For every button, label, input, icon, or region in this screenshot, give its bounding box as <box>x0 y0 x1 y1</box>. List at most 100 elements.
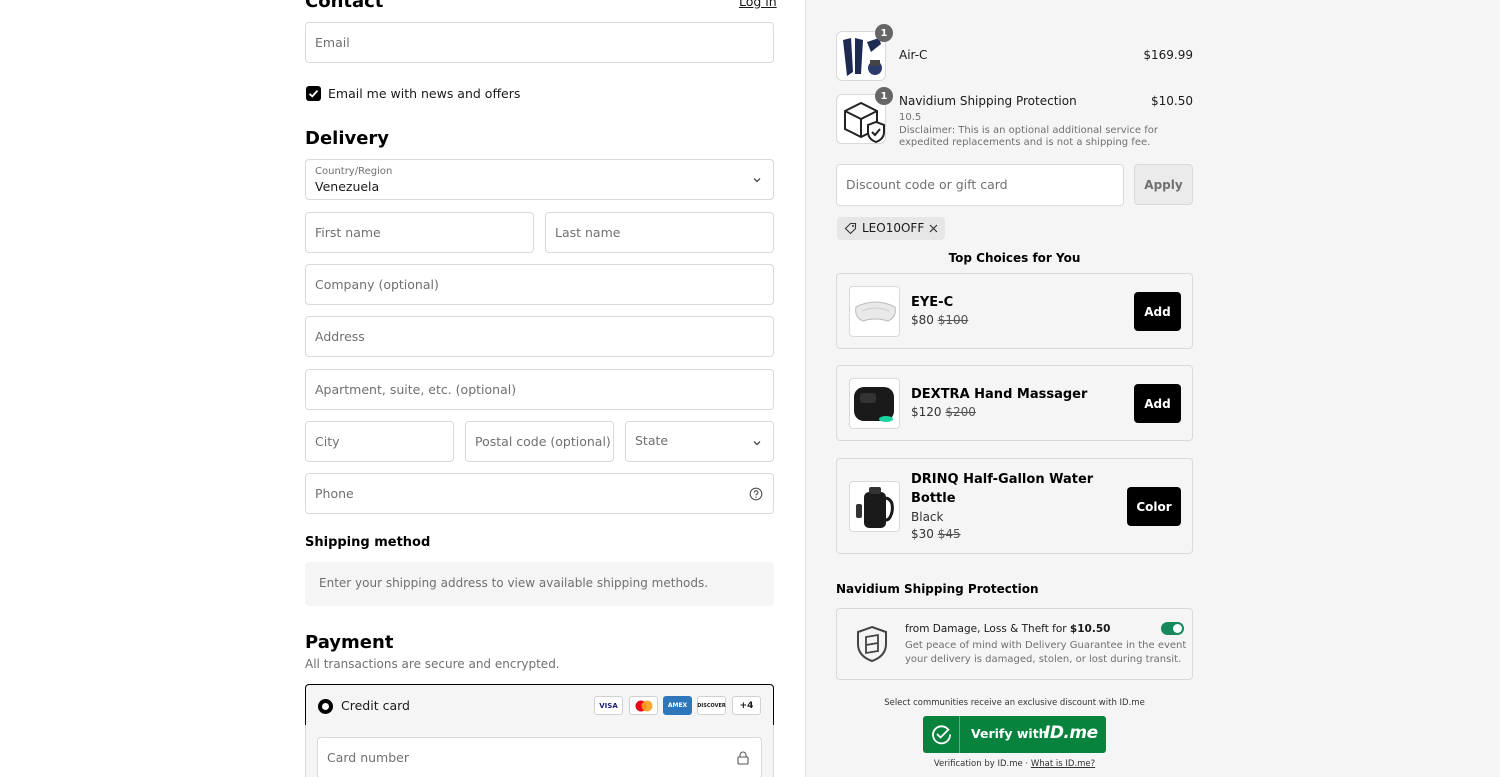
checkout-form: Contact Log in Email Email me with news … <box>0 0 805 777</box>
cart-item-name: Air-C <box>899 48 928 62</box>
water-bottle-icon <box>856 487 894 528</box>
upsell-product-image <box>849 481 900 532</box>
protection-desc-line: your delivery is damaged, stolen, or los… <box>905 654 1182 665</box>
credit-card-radio[interactable] <box>318 699 333 714</box>
upsell-add-button[interactable]: Add <box>1134 292 1181 331</box>
protection-desc-line: Get peace of mind with Delivery Guarante… <box>905 640 1187 651</box>
cart-item-disclaimer-line: Disclaimer: This is an optional addition… <box>899 125 1158 136</box>
state-placeholder: State <box>635 433 669 448</box>
upsell-product-variant: Black <box>911 510 944 524</box>
idme-footer-text: Verification by ID.me · <box>933 759 1031 769</box>
idme-logo: ID.me <box>1044 723 1098 743</box>
cart-item-price: $169.99 <box>1143 48 1193 62</box>
shipping-method-note: Enter your shipping address to view avai… <box>305 562 774 606</box>
discount-code-input[interactable]: Discount code or gift card <box>836 164 1124 206</box>
upsell-card: DEXTRA Hand Massager $120 $200 Add <box>836 365 1193 441</box>
card-number-placeholder: Card number <box>327 750 410 765</box>
company-placeholder: Company (optional) <box>315 277 439 292</box>
verify-label: Verify with <box>971 726 1048 741</box>
country-value: Venezuela <box>315 179 380 194</box>
credit-card-option[interactable]: Credit card VISA AMEX DISCOVER +4 <box>305 684 774 726</box>
mastercard-icon <box>629 696 658 715</box>
shipping-note-text: Enter your shipping address to view avai… <box>319 576 709 590</box>
close-icon[interactable] <box>929 224 938 233</box>
upsell-card: EYE-C $80 $100 Add <box>836 273 1193 349</box>
check-icon <box>308 89 319 98</box>
shipping-protection-box: from Damage, Loss & Theft for $10.50 Get… <box>836 608 1193 680</box>
last-name-placeholder: Last name <box>555 225 621 240</box>
shield-icon <box>857 625 887 663</box>
verify-idme-button[interactable]: Verify with ID.me <box>923 716 1106 753</box>
discount-placeholder: Discount code or gift card <box>846 177 1008 192</box>
tag-icon <box>844 222 857 235</box>
visa-icon: VISA <box>594 696 623 715</box>
company-input[interactable]: Company (optional) <box>305 264 774 305</box>
card-details-panel: Card number <box>305 725 774 777</box>
protection-heading: Navidium Shipping Protection <box>836 582 1039 596</box>
state-select[interactable]: State <box>625 421 774 462</box>
protection-price: $10.50 <box>1069 623 1111 635</box>
first-name-input[interactable]: First name <box>305 212 534 253</box>
payment-heading: Payment <box>305 632 394 653</box>
protection-offer-text: from Damage, Loss & Theft for <box>905 623 1070 635</box>
upsell-product-price: $80 $100 <box>911 313 968 327</box>
postal-code-input[interactable]: Postal code (optional) <box>465 421 614 462</box>
upsell-price-value: $80 <box>911 313 934 327</box>
upsell-product-price: $120 $200 <box>911 405 976 419</box>
amex-icon: AMEX <box>663 696 692 715</box>
email-input[interactable]: Email <box>305 22 774 63</box>
protection-offer-line: from Damage, Loss & Theft for $10.50 <box>905 623 1110 635</box>
address-input[interactable]: Address <box>305 316 774 357</box>
upsell-color-button[interactable]: Color <box>1127 487 1181 526</box>
applied-discount-tag: LEO10OFF <box>837 217 945 240</box>
cart-item-price: $10.50 <box>1151 94 1193 108</box>
quantity-badge: 1 <box>875 87 893 105</box>
newsletter-label: Email me with news and offers <box>328 86 521 101</box>
help-circle-icon[interactable] <box>749 487 763 501</box>
country-select[interactable]: Country/Region Venezuela <box>305 159 774 200</box>
shipping-method-heading: Shipping method <box>305 535 431 550</box>
upsell-product-name: DRINQ Half-Gallon Water <box>911 472 1094 487</box>
upsell-product-name: DEXTRA Hand Massager <box>911 387 1088 402</box>
postal-code-placeholder: Postal code (optional) <box>475 434 611 449</box>
last-name-input[interactable]: Last name <box>545 212 774 253</box>
more-cards-badge: +4 <box>732 696 761 715</box>
upsell-product-name: Bottle <box>911 491 956 506</box>
chevron-down-icon <box>753 178 761 183</box>
eye-massager-icon <box>855 301 896 322</box>
phone-placeholder: Phone <box>315 486 354 501</box>
top-choices-heading: Top Choices for You <box>948 251 1081 265</box>
upsell-compare-price: $45 <box>937 527 961 541</box>
chevron-down-icon <box>753 441 761 446</box>
upsell-product-image <box>849 378 900 429</box>
address-placeholder: Address <box>315 329 365 344</box>
apartment-input[interactable]: Apartment, suite, etc. (optional) <box>305 369 774 410</box>
card-number-input[interactable]: Card number <box>317 737 762 777</box>
newsletter-checkbox[interactable] <box>306 86 321 101</box>
apartment-placeholder: Apartment, suite, etc. (optional) <box>315 382 517 397</box>
upsell-product-image <box>849 286 900 337</box>
upsell-compare-price: $200 <box>945 405 976 419</box>
upsell-add-button[interactable]: Add <box>1134 384 1181 423</box>
idme-note: Select communities receive an exclusive … <box>884 698 1145 708</box>
email-placeholder: Email <box>315 35 350 50</box>
contact-heading: Contact <box>305 0 384 12</box>
city-input[interactable]: City <box>305 421 454 462</box>
login-link[interactable]: Log in <box>739 0 777 9</box>
country-label: Country/Region <box>315 166 393 177</box>
protection-toggle[interactable] <box>1161 622 1184 635</box>
what-is-idme-link[interactable]: What is ID.me? <box>1031 759 1095 769</box>
cart-item-name: Navidium Shipping Protection <box>899 94 1077 108</box>
delivery-heading: Delivery <box>305 128 390 149</box>
upsell-product-name: EYE-C <box>911 295 954 310</box>
phone-input[interactable]: Phone <box>305 473 774 514</box>
check-circle-icon <box>932 725 951 745</box>
cart-item-disclaimer-line: expedited replacements and is not a ship… <box>899 137 1151 148</box>
credit-card-label: Credit card <box>341 698 410 713</box>
first-name-placeholder: First name <box>315 225 381 240</box>
cart-item-variant: 10.5 <box>899 112 922 123</box>
city-placeholder: City <box>315 434 340 449</box>
quantity-badge: 1 <box>875 24 893 42</box>
upsell-product-price: $30 $45 <box>911 527 961 541</box>
apply-discount-button[interactable]: Apply <box>1134 164 1193 205</box>
